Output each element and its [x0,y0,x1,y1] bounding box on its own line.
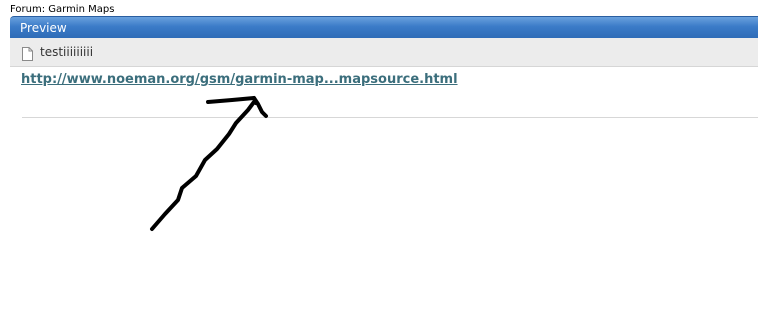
hand-drawn-arrow-icon [150,96,268,231]
